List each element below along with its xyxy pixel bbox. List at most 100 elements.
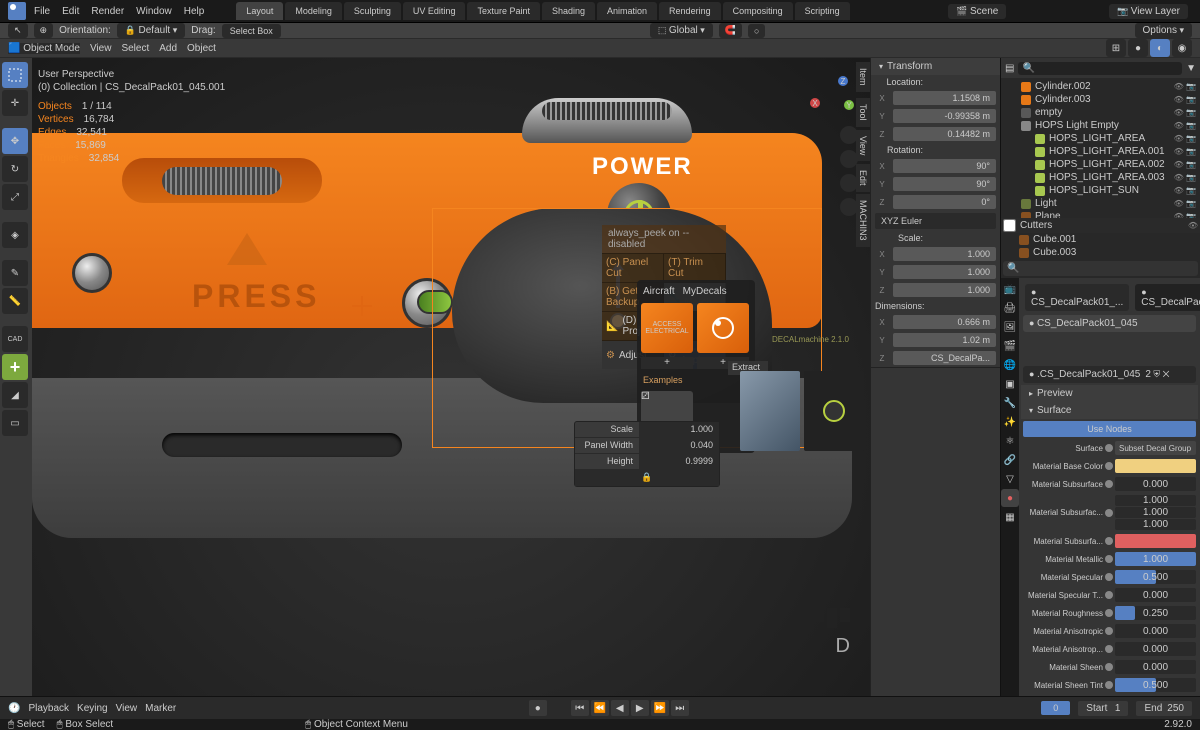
orientation-dropdown[interactable]: 🔒 Default ▾ (117, 23, 185, 38)
value-slider[interactable]: 0.000 (1115, 660, 1196, 674)
autokey-icon[interactable]: ● (529, 700, 547, 716)
jump-end-icon[interactable]: ⏭ (671, 700, 689, 716)
height-input[interactable]: 0.9999 (639, 454, 719, 469)
filter-icon[interactable]: ▤ (1005, 63, 1014, 74)
workspace-tab[interactable]: Texture Paint (467, 2, 540, 20)
header-object[interactable]: Object (187, 43, 216, 54)
menu-render[interactable]: Render (91, 6, 124, 17)
tree-item[interactable]: HOPS_LIGHT_SUN👁 📷 (1003, 184, 1198, 197)
3d-viewport[interactable]: PRESS POWER User Perspective (0) Collect… (32, 58, 870, 696)
scale-y-input[interactable]: 1.000 (893, 265, 996, 279)
decal-add-button[interactable]: + (641, 357, 693, 369)
options-dropdown[interactable]: Options ▾ (1135, 23, 1193, 38)
viewlayer-selector[interactable]: 📷 View Layer (1109, 4, 1188, 19)
constraint-tab-icon[interactable]: 🔗 (1001, 451, 1019, 469)
view-menu[interactable]: View (116, 703, 138, 714)
z-axis-icon[interactable]: Z (838, 76, 848, 86)
socket-icon[interactable] (1105, 537, 1113, 545)
add-tool[interactable]: + (2, 354, 28, 380)
bevel-tool[interactable]: ◢ (2, 382, 28, 408)
socket-icon[interactable] (1105, 609, 1113, 617)
workspace-tab[interactable]: Scripting (795, 2, 850, 20)
trim-cut-button[interactable]: (T) Trim Cut (664, 254, 726, 282)
material-tab-icon[interactable]: ● (1001, 489, 1019, 507)
mode-dropdown[interactable]: 🟦 Object Mode (8, 43, 80, 54)
workspace-tab[interactable]: Animation (597, 2, 657, 20)
shading-material-icon[interactable]: ◐ (1150, 39, 1170, 57)
jump-start-icon[interactable]: ⏮ (571, 700, 589, 716)
header-select[interactable]: Select (121, 43, 149, 54)
socket-icon[interactable] (1105, 462, 1113, 470)
current-frame-input[interactable]: 0 (1041, 701, 1070, 715)
decal-tab-aircraft[interactable]: Aircraft (643, 286, 675, 297)
tree-item[interactable]: empty👁 📷 (1003, 106, 1198, 119)
value-slider[interactable]: 1.000 (1115, 495, 1196, 506)
panel-width-input[interactable]: 0.040 (639, 438, 719, 453)
loc-y-input[interactable]: -0.99358 m (893, 109, 996, 123)
physics-tab-icon[interactable]: ⚛ (1001, 432, 1019, 450)
scale-input[interactable]: 1.000 (639, 422, 719, 437)
loc-z-input[interactable]: 0.14482 m (893, 127, 996, 141)
socket-icon[interactable] (1105, 681, 1113, 689)
visibility-toggles[interactable]: 👁 📷 (1174, 121, 1196, 130)
filter-toggle-icon[interactable]: ▼ (1186, 63, 1196, 74)
decal-thumbnail[interactable] (697, 303, 749, 353)
play-icon[interactable]: ▶ (631, 700, 649, 716)
menu-help[interactable]: Help (184, 6, 205, 17)
measure-tool[interactable]: 📏 (2, 288, 28, 314)
move-tool[interactable]: ✥ (2, 128, 28, 154)
socket-icon[interactable] (1105, 663, 1113, 671)
viewlayer-tab-icon[interactable]: 🖼 (1001, 318, 1019, 336)
socket-icon[interactable] (1105, 509, 1113, 517)
value-slider[interactable]: 1.000 (1115, 519, 1196, 530)
outliner-tree[interactable]: Cylinder.002👁 📷Cylinder.003👁 📷empty👁 📷HO… (1001, 78, 1200, 218)
socket-icon[interactable] (1105, 480, 1113, 488)
tree-item[interactable]: Light👁 📷 (1003, 197, 1198, 210)
annotate-tool[interactable]: ✎ (2, 260, 28, 286)
n-panel-tab-edit[interactable]: Edit (856, 164, 870, 192)
socket-icon[interactable] (1105, 645, 1113, 653)
decal-tab-mydecals[interactable]: MyDecals (683, 286, 727, 297)
n-panel-tab-tool[interactable]: Tool (856, 98, 870, 127)
object-tab-icon[interactable]: ▣ (1001, 375, 1019, 393)
n-panel-tab-item[interactable]: Item (856, 62, 870, 92)
scale-x-input[interactable]: 1.000 (893, 247, 996, 261)
socket-icon[interactable] (1105, 573, 1113, 581)
select-box-tool[interactable] (2, 62, 28, 88)
visibility-toggles[interactable]: 👁 📷 (1174, 95, 1196, 104)
outliner-search-2[interactable]: 🔍 (1003, 261, 1198, 276)
header-view[interactable]: View (90, 43, 112, 54)
color-swatch[interactable] (1115, 534, 1196, 548)
tree-item[interactable]: Cylinder.002👁 📷 (1003, 80, 1198, 93)
menu-edit[interactable]: Edit (62, 6, 79, 17)
end-frame-input[interactable]: End 250 (1136, 701, 1192, 716)
visibility-toggles[interactable]: 👁 📷 (1174, 108, 1196, 117)
value-slider[interactable]: 0.500 (1115, 678, 1196, 692)
start-frame-input[interactable]: Start 1 (1078, 701, 1128, 716)
scene-tab-icon[interactable]: 🎬 (1001, 337, 1019, 355)
tree-item[interactable]: Cylinder.003👁 📷 (1003, 93, 1198, 106)
workspace-tab[interactable]: Compositing (723, 2, 793, 20)
value-slider[interactable]: 1.000 (1115, 552, 1196, 566)
preview-thumb[interactable] (740, 371, 800, 451)
tree-item[interactable]: HOPS Light Empty👁 📷 (1003, 119, 1198, 132)
transform-tool[interactable]: ◈ (2, 222, 28, 248)
keying-menu[interactable]: Keying (77, 703, 108, 714)
proportional-edit[interactable]: ○ (748, 24, 765, 38)
panel-cut-button[interactable]: (C) Panel Cut (602, 254, 664, 282)
next-key-icon[interactable]: ⏩ (651, 700, 669, 716)
snap-toggle[interactable]: 🧲 (719, 23, 742, 38)
tree-item[interactable]: HOPS_LIGHT_AREA👁 📷 (1003, 132, 1198, 145)
material-name-field[interactable]: ● CS_DecalPack01_045 (1023, 315, 1196, 332)
y-axis-icon[interactable]: Y (844, 100, 854, 110)
play-reverse-icon[interactable]: ◀ (611, 700, 629, 716)
visibility-toggles[interactable]: 👁 📷 (1174, 134, 1196, 143)
value-slider[interactable]: 0.000 (1115, 624, 1196, 638)
rot-z-input[interactable]: 0° (893, 195, 996, 209)
value-slider[interactable]: 0.000 (1115, 642, 1196, 656)
cursor-tool-icon[interactable]: ↖ (8, 23, 28, 38)
lock-icon[interactable]: 🔒 (575, 470, 719, 485)
drag-dropdown[interactable]: Select Box (222, 24, 281, 38)
workspace-tab[interactable]: UV Editing (403, 2, 466, 20)
tree-item[interactable]: Plane👁 📷 (1003, 210, 1198, 218)
